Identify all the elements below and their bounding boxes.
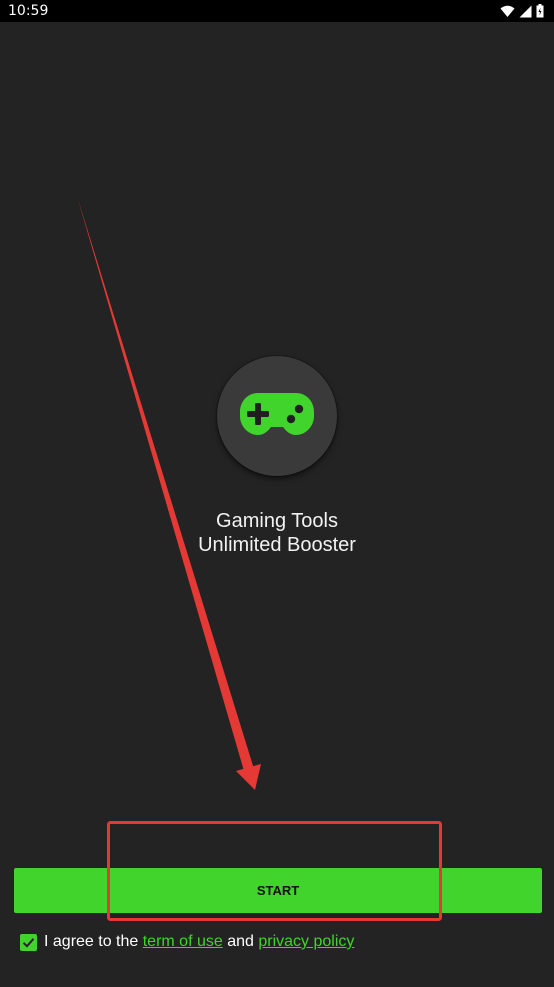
start-button[interactable]: START [14, 868, 542, 913]
app-title-line2: Unlimited Booster [198, 534, 356, 556]
agreement-prefix: I agree to the [44, 933, 143, 950]
checkmark-icon [22, 937, 35, 948]
agreement-row: I agree to the term of use and privacy p… [20, 933, 354, 951]
annotation-overlay [77, 196, 442, 921]
annotation-arrow [77, 196, 260, 789]
wifi-icon [500, 5, 515, 23]
battery-icon [536, 4, 544, 23]
privacy-policy-link[interactable]: privacy policy [258, 933, 354, 951]
annotation-arrow-head [236, 764, 261, 790]
start-button-label: START [256, 883, 300, 898]
signal-icon [519, 5, 532, 23]
app-title: Gaming Tools Unlimited Booster [0, 509, 554, 557]
terms-of-use-link[interactable]: term of use [143, 933, 223, 951]
agree-checkbox[interactable] [20, 933, 37, 951]
status-time: 10:59 [8, 3, 49, 19]
app-logo [217, 356, 337, 476]
app-title-line1: Gaming Tools [216, 510, 338, 532]
status-icons [500, 4, 544, 23]
status-bar: 10:59 [0, 0, 554, 22]
agreement-conjunction: and [222, 933, 259, 950]
gamepad-icon [239, 391, 315, 442]
